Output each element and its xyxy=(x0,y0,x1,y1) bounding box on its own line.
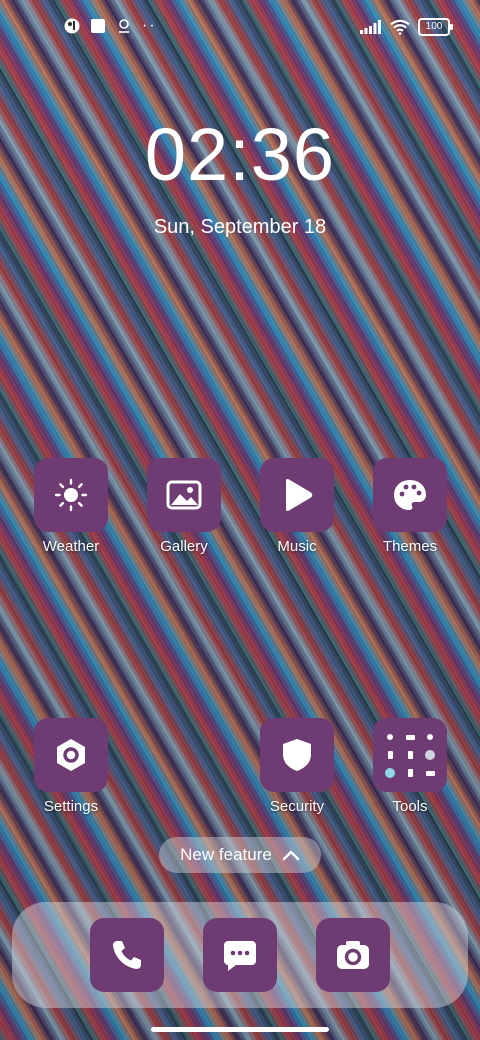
status-right-icons: 100 xyxy=(360,18,453,36)
status-left-icons: ·· xyxy=(64,18,157,34)
clock-time[interactable]: 02:36 xyxy=(0,112,480,197)
app-weather[interactable]: Weather xyxy=(26,458,116,555)
app-label-weather: Weather xyxy=(42,538,100,555)
image-icon xyxy=(166,480,202,510)
app-label-gallery: Gallery xyxy=(160,538,208,555)
gallery-tile[interactable] xyxy=(147,458,221,532)
app-settings[interactable]: Settings xyxy=(26,718,116,815)
dock-messages-button[interactable] xyxy=(203,918,277,992)
dock xyxy=(12,902,468,1008)
tools-mini-grid-icon xyxy=(384,731,436,779)
home-indicator[interactable] xyxy=(151,1027,329,1032)
shield-icon xyxy=(283,739,311,771)
phone-icon xyxy=(113,941,141,969)
app-tools[interactable]: Tools xyxy=(365,718,455,815)
app-gallery[interactable]: Gallery xyxy=(139,458,229,555)
music-tile[interactable] xyxy=(260,458,334,532)
app-label-security: Security xyxy=(269,798,325,815)
tools-folder-tile[interactable] xyxy=(373,718,447,792)
wifi-icon xyxy=(390,19,410,35)
location-pin-icon xyxy=(119,19,129,33)
chevron-up-icon xyxy=(282,850,300,861)
app-security[interactable]: Security xyxy=(252,718,342,815)
app-label-themes: Themes xyxy=(382,538,438,555)
camera-icon xyxy=(337,941,369,969)
sun-icon xyxy=(54,478,88,512)
square-notification-icon xyxy=(91,19,105,33)
app-label-tools: Tools xyxy=(392,798,428,815)
app-label-music: Music xyxy=(277,538,317,555)
clock-date[interactable]: Sun, September 18 xyxy=(0,216,480,239)
themes-tile[interactable] xyxy=(373,458,447,532)
battery-icon: 100 xyxy=(418,18,453,36)
play-icon xyxy=(286,479,313,511)
messages-icon xyxy=(224,941,256,971)
app-music[interactable]: Music xyxy=(252,458,342,555)
dock-camera-button[interactable] xyxy=(316,918,390,992)
settings-tile[interactable] xyxy=(34,718,108,792)
weather-tile[interactable] xyxy=(34,458,108,532)
camera-app-icon xyxy=(64,18,80,34)
dock-phone-button[interactable] xyxy=(90,918,164,992)
app-themes[interactable]: Themes xyxy=(365,458,455,555)
status-bar: ·· 100 xyxy=(0,0,480,56)
new-feature-button[interactable]: New feature xyxy=(159,837,321,873)
hexagon-settings-icon xyxy=(57,739,85,771)
more-dots-icon: ·· xyxy=(142,17,157,34)
security-tile[interactable] xyxy=(260,718,334,792)
signal-bars-icon xyxy=(360,20,381,34)
app-label-settings: Settings xyxy=(43,798,99,815)
new-feature-label: New feature xyxy=(180,845,272,864)
palette-icon xyxy=(394,480,426,510)
